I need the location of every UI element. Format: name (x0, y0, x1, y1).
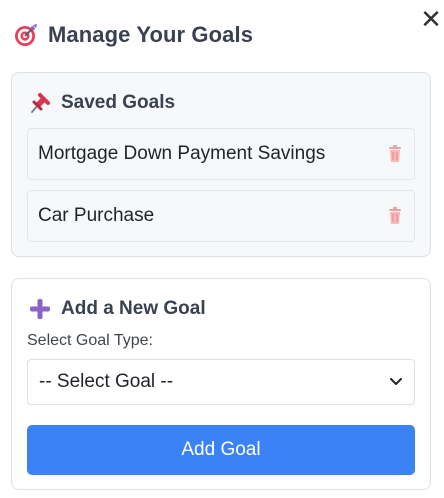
goal-name: Car Purchase (38, 205, 155, 226)
page-title: Manage Your Goals (48, 22, 254, 47)
add-goal-heading: Add a New Goal (29, 298, 206, 320)
add-goal-section: Add a New Goal Select Goal Type: -- Sele… (11, 278, 431, 490)
saved-goals-section: Saved Goals Mortgage Down Payment Saving… (11, 72, 431, 257)
goal-type-label: Select Goal Type: (27, 332, 153, 349)
trash-icon[interactable] (388, 145, 402, 163)
add-goal-button[interactable]: Add Goal (27, 425, 415, 475)
goal-type-select[interactable]: -- Select Goal -- (27, 359, 415, 405)
target-icon (14, 23, 38, 47)
saved-goals-heading: Saved Goals (29, 92, 175, 114)
close-icon: ✕ (420, 4, 442, 34)
plus-icon (29, 298, 51, 320)
add-goal-title: Add a New Goal (61, 298, 206, 319)
chevron-down-icon (390, 378, 402, 386)
close-button[interactable]: ✕ (418, 6, 444, 32)
saved-goals-title: Saved Goals (61, 92, 176, 113)
goal-name: Mortgage Down Payment Savings (38, 143, 326, 164)
pushpin-icon (29, 92, 51, 114)
goal-item: Mortgage Down Payment Savings (27, 128, 415, 180)
trash-icon[interactable] (388, 207, 402, 225)
goals-panel: Manage Your Goals ✕ Saved Goals Mortgage… (0, 0, 444, 498)
goal-item: Car Purchase (27, 190, 415, 242)
select-value: -- Select Goal -- (39, 371, 174, 392)
panel-header: Manage Your Goals (14, 18, 253, 52)
